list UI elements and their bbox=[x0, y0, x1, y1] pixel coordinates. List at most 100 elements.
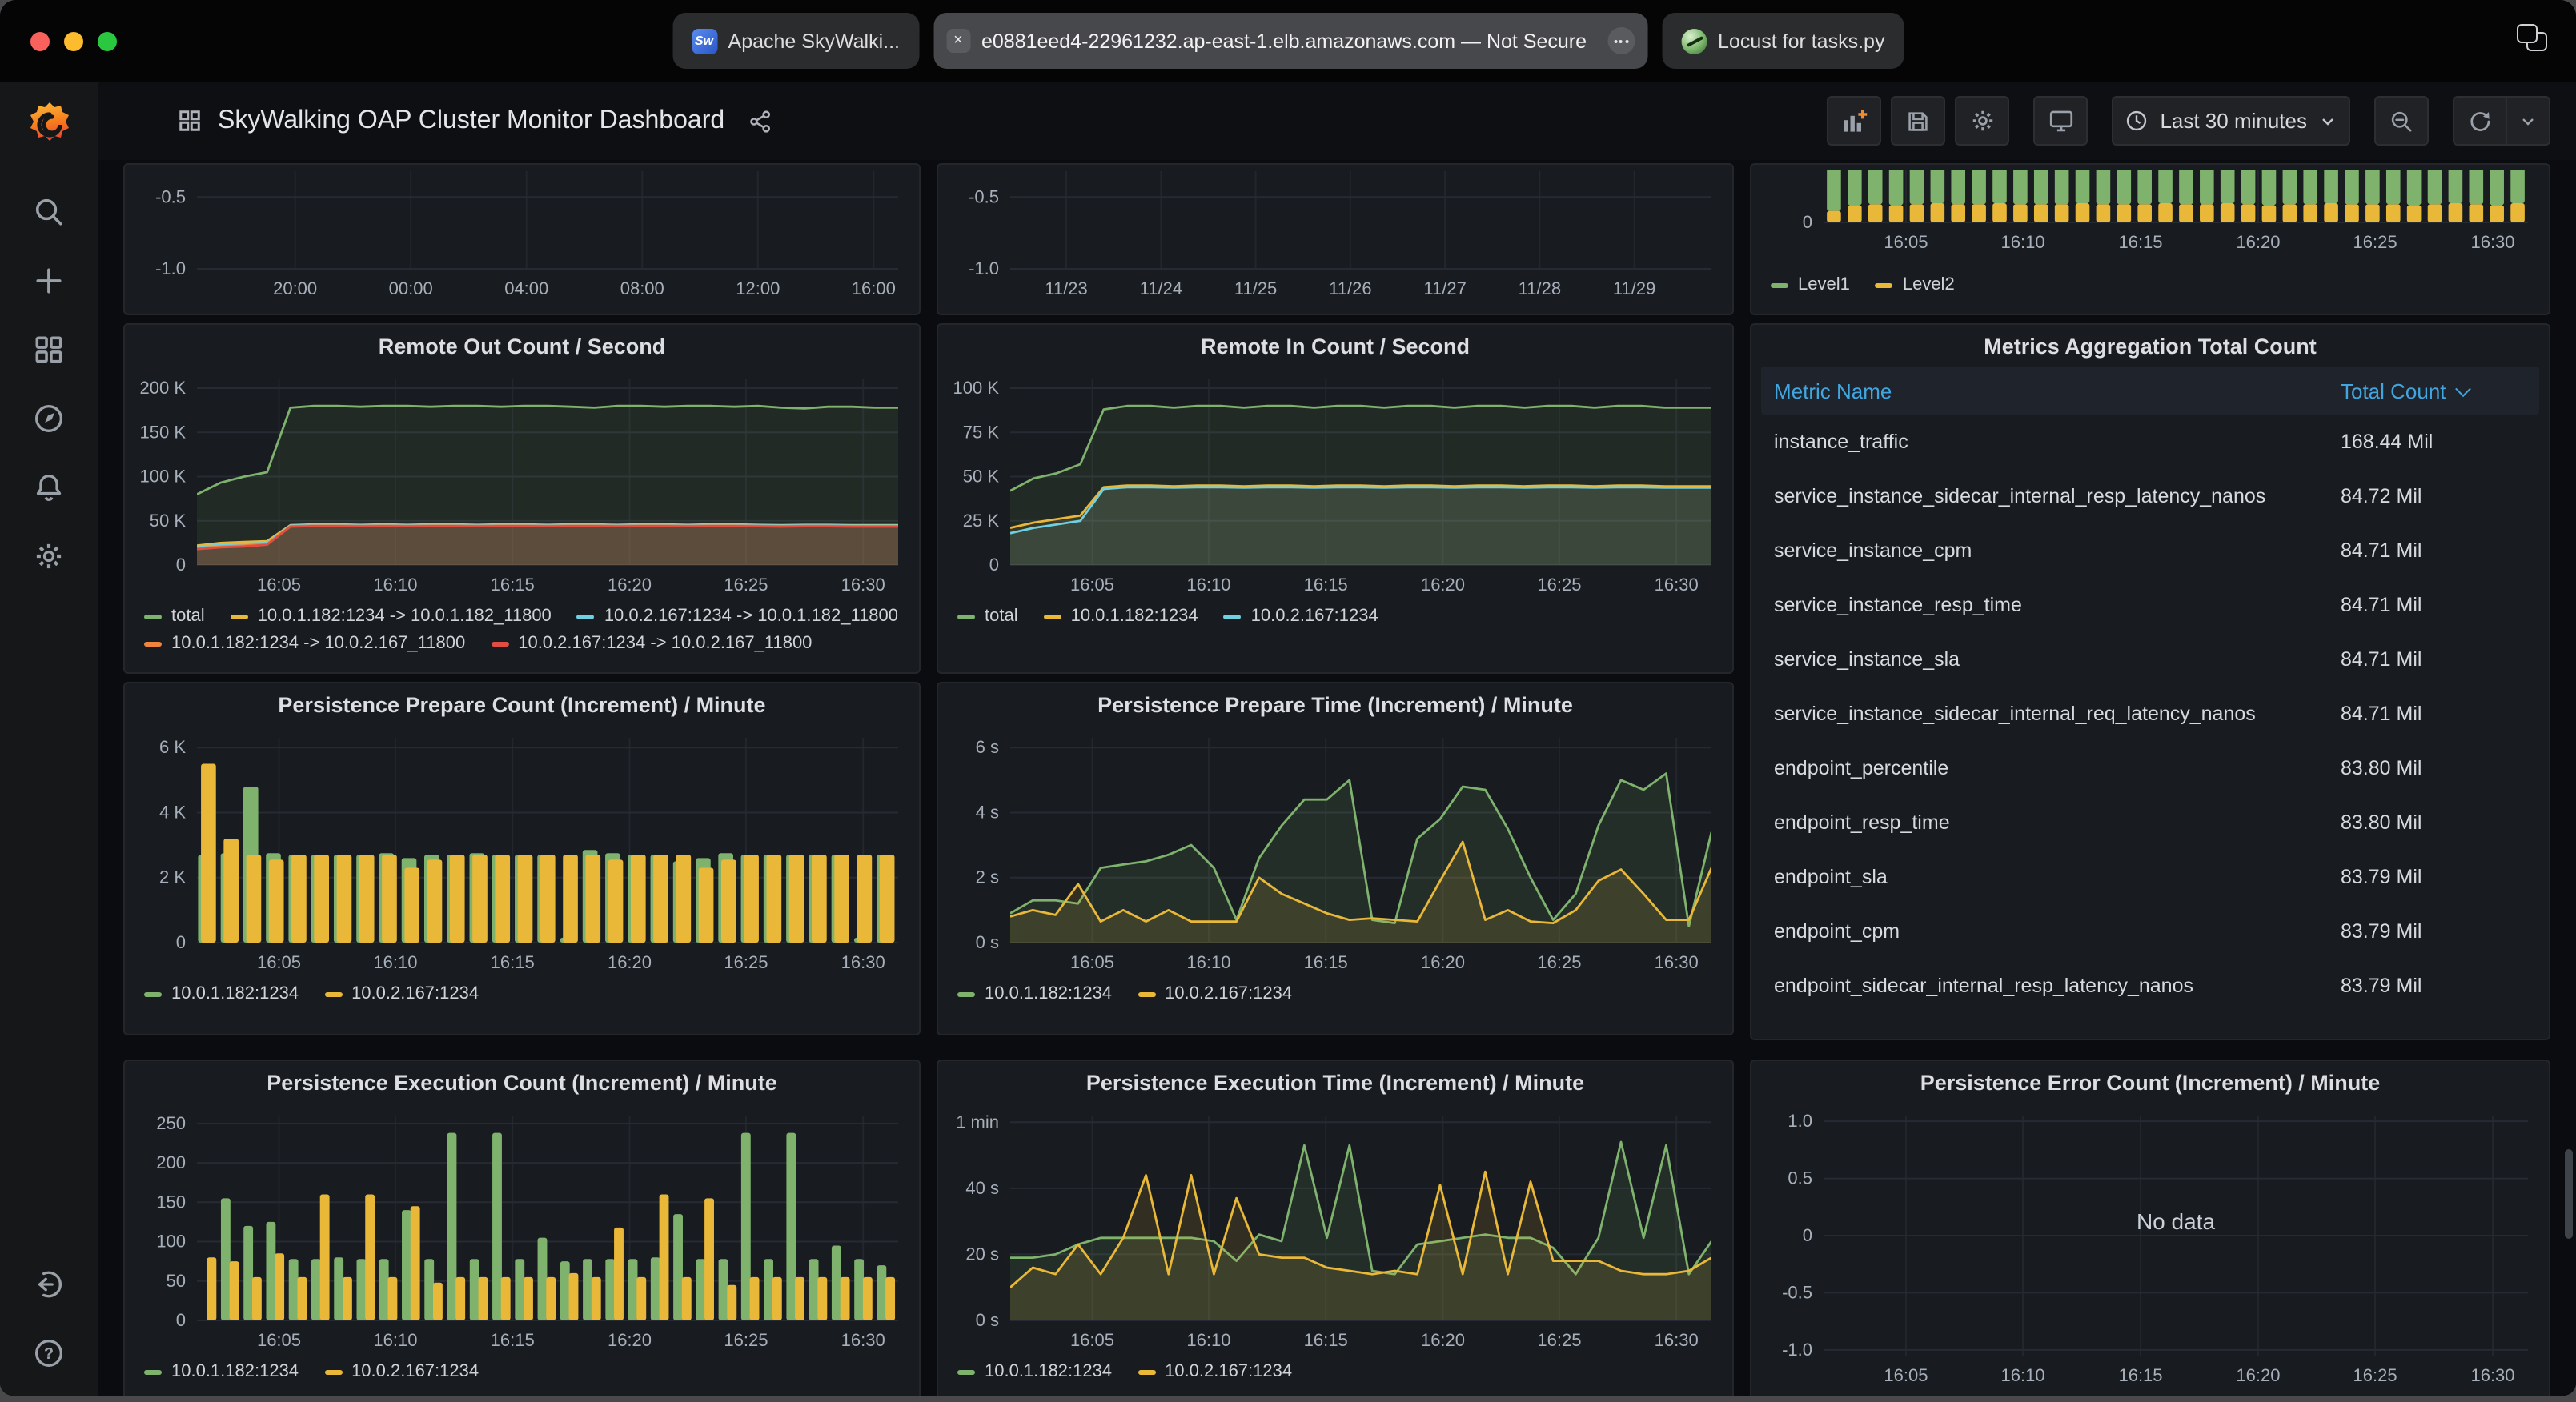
close-window-button[interactable] bbox=[30, 31, 50, 50]
svg-text:16:05: 16:05 bbox=[1070, 952, 1114, 972]
table-row[interactable]: instance_traffic168.44 Mil bbox=[1761, 415, 2539, 469]
share-icon[interactable] bbox=[747, 108, 772, 134]
svg-text:4 K: 4 K bbox=[159, 802, 186, 822]
legend-item[interactable]: 10.0.1.182:1234 bbox=[1044, 607, 1198, 627]
zoom-window-button[interactable] bbox=[98, 31, 117, 50]
chart-canvas[interactable]: -0.5-1.011/2311/2411/2511/2611/2711/2811… bbox=[938, 165, 1732, 315]
panel-title[interactable]: Persistence Execution Count (Increment) … bbox=[125, 1061, 919, 1103]
explore-compass-icon[interactable] bbox=[32, 402, 66, 435]
tab-active-elb[interactable]: × e0881eed4-22961232.ap-east-1.elb.amazo… bbox=[933, 13, 1647, 69]
panel-title[interactable]: Persistence Execution Time (Increment) /… bbox=[938, 1061, 1732, 1103]
close-tab-icon[interactable]: × bbox=[946, 29, 970, 53]
panel-title[interactable]: Remote Out Count / Second bbox=[125, 325, 919, 367]
dashboards-icon[interactable] bbox=[32, 333, 66, 367]
chart-canvas[interactable]: 05010015020025016:0516:1016:1516:2016:25… bbox=[125, 1103, 919, 1356]
chart-canvas[interactable]: 016:0516:1016:1516:2016:2516:30 bbox=[1751, 165, 2549, 261]
chart-canvas[interactable]: -0.5-1.020:0000:0004:0008:0012:0016:00 bbox=[125, 165, 919, 315]
table-cell: 84.71 Mil bbox=[2341, 594, 2526, 616]
legend-item[interactable]: total bbox=[144, 607, 205, 627]
table-row[interactable]: endpoint_sidecar_internal_resp_latency_n… bbox=[1761, 959, 2539, 1013]
legend-item[interactable]: total bbox=[957, 607, 1018, 627]
panel-title[interactable]: Persistence Prepare Count (Increment) / … bbox=[125, 683, 919, 725]
zoom-out-time-button[interactable] bbox=[2374, 96, 2429, 146]
cycle-view-mode-button[interactable] bbox=[2033, 96, 2088, 146]
grafana-logo[interactable] bbox=[22, 98, 76, 160]
svg-text:16:15: 16:15 bbox=[1304, 1330, 1348, 1350]
panel-level-bars: 016:0516:1016:1516:2016:2516:30 Level1 Le… bbox=[1750, 163, 2550, 315]
chart-canvas[interactable]: 0 s2 s4 s6 s16:0516:1016:1516:2016:2516:… bbox=[938, 725, 1732, 978]
configuration-gear-icon[interactable] bbox=[32, 539, 66, 573]
legend-swatch bbox=[1138, 992, 1155, 997]
table-row[interactable]: endpoint_resp_time83.80 Mil bbox=[1761, 795, 2539, 850]
scrollbar-thumb[interactable] bbox=[2565, 1149, 2573, 1239]
table-row[interactable]: service_instance_cpm84.71 Mil bbox=[1761, 523, 2539, 578]
legend-item[interactable]: 10.0.2.167:1234 bbox=[1138, 984, 1292, 1005]
legend-item[interactable]: 10.0.1.182:1234 bbox=[144, 1362, 299, 1383]
legend-item[interactable]: 10.0.2.167:1234 bbox=[1138, 1362, 1292, 1383]
dashboard-title[interactable]: SkyWalking OAP Cluster Monitor Dashboard bbox=[218, 106, 724, 135]
table-row[interactable]: endpoint_sla83.79 Mil bbox=[1761, 850, 2539, 904]
svg-text:16:10: 16:10 bbox=[1186, 1330, 1230, 1350]
alerting-bell-icon[interactable] bbox=[32, 471, 66, 504]
minimize-window-button[interactable] bbox=[64, 31, 83, 50]
chart-canvas[interactable]: 02 K4 K6 K16:0516:1016:1516:2016:2516:30 bbox=[125, 725, 919, 978]
create-plus-icon[interactable] bbox=[32, 264, 66, 298]
legend-swatch bbox=[144, 1370, 162, 1375]
legend-item[interactable]: 10.0.2.167:1234 bbox=[324, 1362, 479, 1383]
svg-text:11/26: 11/26 bbox=[1329, 278, 1371, 298]
svg-text:6 K: 6 K bbox=[159, 737, 186, 757]
chart-canvas[interactable]: 1.00.50-0.5-1.016:0516:1016:1516:2016:25… bbox=[1751, 1103, 2549, 1394]
column-header-metric-name[interactable]: Metric Name bbox=[1774, 379, 2341, 403]
table-row[interactable]: service_instance_resp_time84.71 Mil bbox=[1761, 578, 2539, 632]
svg-text:16:30: 16:30 bbox=[2470, 232, 2514, 252]
search-icon[interactable] bbox=[32, 195, 66, 229]
sign-in-icon[interactable] bbox=[32, 1268, 66, 1301]
chart-canvas[interactable]: 025 K50 K75 K100 K16:0516:1016:1516:2016… bbox=[938, 367, 1732, 600]
legend-item[interactable]: 10.0.1.182:1234 bbox=[957, 1362, 1112, 1383]
legend-item[interactable]: 10.0.1.182:1234 -> 10.0.2.167_11800 bbox=[144, 634, 465, 655]
legend-item[interactable]: 10.0.2.167:1234 -> 10.0.1.182_11800 bbox=[577, 607, 898, 627]
time-range-picker[interactable]: Last 30 minutes bbox=[2112, 96, 2350, 146]
table-row[interactable]: service_instance_sla84.71 Mil bbox=[1761, 632, 2539, 687]
legend-item[interactable]: Level2 bbox=[1876, 275, 1955, 296]
tab-overview-icon[interactable] bbox=[2517, 24, 2547, 51]
dashboard-settings-button[interactable] bbox=[1955, 96, 2009, 146]
table-row[interactable]: service_instance_sidecar_internal_resp_l… bbox=[1761, 469, 2539, 523]
legend-swatch bbox=[491, 642, 508, 647]
panel-title[interactable]: Persistence Prepare Time (Increment) / M… bbox=[938, 683, 1732, 725]
legend-item[interactable]: 10.0.2.167:1234 bbox=[1224, 607, 1378, 627]
table-row[interactable]: endpoint_cpm83.79 Mil bbox=[1761, 904, 2539, 959]
legend-item[interactable]: 10.0.1.182:1234 bbox=[957, 984, 1112, 1005]
legend-item[interactable]: Level1 bbox=[1771, 275, 1850, 296]
legend-item[interactable]: 10.0.2.167:1234 bbox=[324, 984, 479, 1005]
column-header-total-count[interactable]: Total Count bbox=[2341, 379, 2526, 403]
legend-item[interactable]: 10.0.1.182:1234 -> 10.0.1.182_11800 bbox=[231, 607, 552, 627]
help-icon[interactable]: ? bbox=[32, 1336, 66, 1370]
panel-title[interactable]: Persistence Error Count (Increment) / Mi… bbox=[1751, 1061, 2549, 1103]
chart-legend: 10.0.1.182:1234 10.0.2.167:1234 bbox=[938, 978, 1732, 1005]
sort-desc-icon bbox=[2455, 380, 2471, 396]
legend-item[interactable]: 10.0.2.167:1234 -> 10.0.2.167_11800 bbox=[491, 634, 812, 655]
chart-canvas[interactable]: 0 s20 s40 s1 min16:0516:1016:1516:2016:2… bbox=[938, 1103, 1732, 1356]
refresh-interval-dropdown[interactable] bbox=[2507, 96, 2550, 146]
table-row[interactable]: service_instance_sidecar_internal_req_la… bbox=[1761, 687, 2539, 741]
legend-item[interactable]: 10.0.1.182:1234 bbox=[144, 984, 299, 1005]
tab-more-icon[interactable] bbox=[1607, 27, 1635, 54]
legend-swatch bbox=[957, 1370, 975, 1375]
panel-title[interactable]: Remote In Count / Second bbox=[938, 325, 1732, 367]
refresh-dashboard-button[interactable] bbox=[2453, 96, 2507, 146]
svg-text:?: ? bbox=[44, 1345, 54, 1363]
svg-text:1.0: 1.0 bbox=[1788, 1111, 1812, 1131]
panel-error-count: Persistence Error Count (Increment) / Mi… bbox=[1750, 1060, 2550, 1396]
tab-locust[interactable]: Locust for tasks.py bbox=[1662, 13, 1904, 69]
table-cell: service_instance_cpm bbox=[1774, 539, 2341, 562]
chart-canvas[interactable]: 050 K100 K150 K200 K16:0516:1016:1516:20… bbox=[125, 367, 919, 600]
add-panel-button[interactable] bbox=[1827, 96, 1881, 146]
save-dashboard-button[interactable] bbox=[1891, 96, 1945, 146]
svg-text:16:20: 16:20 bbox=[1421, 1330, 1465, 1350]
table-row[interactable]: endpoint_percentile83.80 Mil bbox=[1761, 741, 2539, 795]
panel-title[interactable]: Metrics Aggregation Total Count bbox=[1751, 325, 2549, 367]
tab-strip: Sw Apache SkyWalki... × e0881eed4-229612… bbox=[672, 13, 1904, 69]
tab-apache-skywalking[interactable]: Sw Apache SkyWalki... bbox=[672, 13, 919, 69]
table-cell: endpoint_sla bbox=[1774, 866, 2341, 888]
